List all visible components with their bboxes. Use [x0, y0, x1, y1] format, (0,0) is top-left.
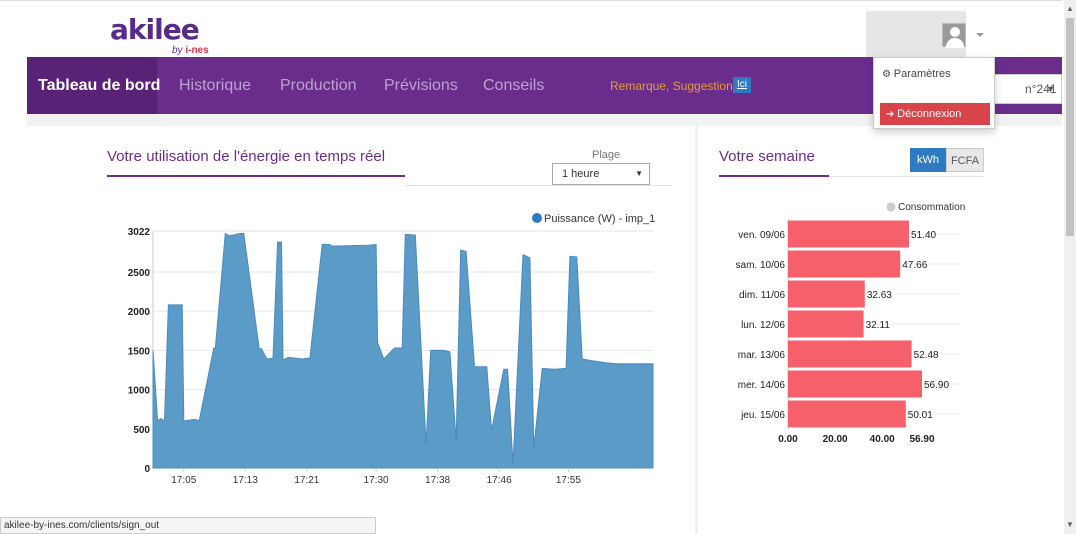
x-tick-label: 17:13 [233, 475, 258, 486]
realtime-title: Votre utilisation de l'énergie en temps … [107, 148, 386, 165]
unit-kwh-button[interactable]: kWh [910, 148, 946, 172]
realtime-separator [405, 185, 672, 186]
category-label: mar. 13/06 [738, 350, 786, 361]
user-menu-button[interactable] [866, 11, 984, 58]
consumption-bar [788, 370, 922, 398]
unit-fcfa-button[interactable]: FCFA [946, 148, 984, 172]
x-tick-label: 40.00 [870, 434, 895, 445]
week-title-underline [719, 175, 829, 177]
logo-text: akilee [110, 13, 200, 46]
consumption-bar [788, 400, 906, 428]
select-arrow-icon: ▼ [1046, 84, 1055, 94]
power-legend-marker [532, 213, 542, 223]
power-area-series [152, 232, 654, 469]
consumption-bar [788, 310, 864, 338]
browser-status-url: akilee-by-ines.com/clients/sign_out [0, 517, 376, 534]
sign-out-icon: ➜ [886, 109, 898, 120]
select-arrow-icon: ▼ [635, 169, 643, 178]
bar-value-label: 50.01 [908, 410, 933, 421]
realtime-title-underline [107, 175, 405, 177]
week-title: Votre semaine [719, 148, 815, 165]
user-dropdown-menu: ⚙ Paramètres ➜ Déconnexion [873, 57, 995, 129]
x-tick-label: 17:05 [171, 475, 196, 486]
y-tick-label: 1500 [128, 346, 151, 357]
nav-historique[interactable]: Historique [179, 77, 251, 95]
gears-icon: ⚙ [882, 69, 894, 80]
page-scrollbar[interactable]: ▲ ▼ [1064, 0, 1076, 534]
consumption-bar [788, 220, 909, 248]
consommation-legend-label[interactable]: Consommation [898, 202, 965, 213]
bar-value-label: 56.90 [924, 380, 949, 391]
remark-ici-link[interactable]: Ici [733, 77, 751, 93]
bar-value-label: 32.63 [867, 290, 892, 301]
y-tick-label: 500 [133, 425, 150, 436]
category-label: mer. 14/06 [738, 380, 786, 391]
consommation-legend-marker [886, 202, 896, 212]
y-tick-label: 1000 [128, 386, 151, 397]
category-label: ven. 09/06 [738, 230, 785, 241]
x-tick-label: 0.00 [778, 434, 798, 445]
akilee-logo[interactable]: akilee [110, 13, 200, 46]
bar-value-label: 52.48 [914, 350, 939, 361]
consumption-bar [788, 250, 901, 278]
x-tick-label: 56.90 [909, 434, 934, 445]
x-tick-label: 17:38 [425, 475, 450, 486]
bar-value-label: 51.40 [911, 230, 936, 241]
top-header: akilee by i-nes [0, 0, 1062, 58]
nav-previsions[interactable]: Prévisions [384, 77, 458, 95]
power-legend-label[interactable]: Puissance (W) - imp_1 [544, 213, 655, 225]
category-label: lun. 12/06 [741, 320, 785, 331]
logo-subtitle: by i-nes [172, 45, 209, 56]
y-tick-label: 3022 [128, 227, 151, 238]
nav-production[interactable]: Production [280, 77, 357, 95]
x-tick-label: 17:46 [487, 475, 512, 486]
menu-item-parametres[interactable]: ⚙ Paramètres [882, 68, 951, 80]
realtime-power-chart: 0 500 1000 1500 2000 2500 3022 17:05 17:13 17:21… [128, 213, 655, 486]
y-tick-label: 0 [144, 464, 150, 475]
week-separator [829, 176, 984, 177]
scroll-thumb[interactable] [1066, 18, 1074, 236]
week-consumption-chart: ven. 09/06 51.40 sam. 10/06 47.66 dim. 11/06… [736, 202, 966, 445]
category-label: sam. 10/06 [736, 260, 786, 271]
caret-down-icon [976, 33, 984, 37]
y-tick-label: 2000 [128, 307, 151, 318]
range-label: Plage [592, 149, 621, 161]
x-tick-label: 17:55 [556, 475, 581, 486]
nav-conseils[interactable]: Conseils [483, 77, 544, 95]
y-tick-label: 2500 [128, 268, 151, 279]
category-label: dim. 11/06 [739, 290, 785, 301]
range-select[interactable]: 1 heure ▼ [552, 163, 650, 185]
category-label: jeu. 15/06 [740, 410, 785, 421]
bar-value-label: 47.66 [902, 260, 927, 271]
menu-item-deconnexion[interactable]: ➜ Déconnexion [880, 103, 990, 125]
x-tick-label: 17:30 [364, 475, 389, 486]
nav-tableau-de-bord[interactable]: Tableau de bord [38, 77, 160, 95]
scroll-down-icon[interactable]: ▼ [1064, 520, 1076, 529]
consumption-bar [788, 340, 912, 368]
remark-suggestion-text: Remarque, Suggestion? [610, 79, 740, 93]
x-tick-label: 17:21 [294, 475, 319, 486]
x-tick-label: 20.00 [823, 434, 848, 445]
scroll-up-icon[interactable]: ▲ [1064, 4, 1076, 13]
consumption-bar [788, 280, 865, 308]
bar-value-label: 32.11 [866, 320, 891, 331]
user-avatar-icon [942, 23, 966, 48]
